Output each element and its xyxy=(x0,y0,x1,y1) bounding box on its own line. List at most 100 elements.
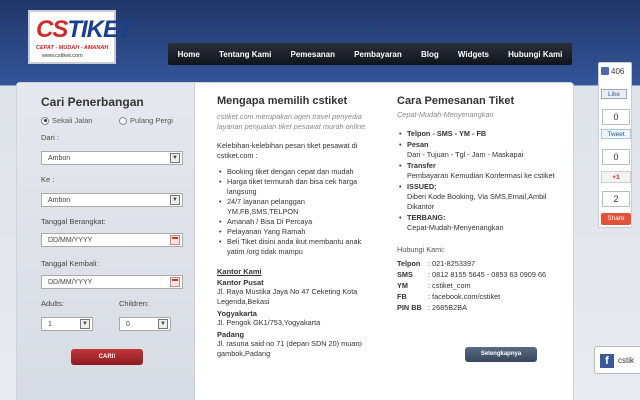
contact-key: YM xyxy=(397,281,408,290)
children-label: Children: xyxy=(119,299,150,308)
list-item: Telpon - SMS - YM - FB xyxy=(397,129,567,139)
contact-value: : 021-8253397 xyxy=(428,259,476,268)
table-row: Telpon: 021-8253397 xyxy=(397,258,546,269)
step-desc: Cepat-Mudah-Menyenangkan xyxy=(407,223,504,232)
logo-url: www.cstiket.com xyxy=(42,53,83,59)
contact-heading: Hubungi Kami: xyxy=(397,245,445,254)
table-row: SMS : 0812 8155 5645 - 0853 63 0909 66 xyxy=(397,269,546,280)
trip-round-trip-radio[interactable]: Pulang Pergi xyxy=(119,116,173,125)
contact-value: : 2685B2BA xyxy=(428,303,467,312)
step-title: Transfer xyxy=(407,161,436,170)
office-heading: Kantor Kami xyxy=(217,267,262,276)
adults-select[interactable]: 1 ▼ xyxy=(41,317,93,331)
list-item: Harga tiket termurah dan bisa cek harga … xyxy=(217,177,377,197)
adults-value: 1 xyxy=(48,321,52,328)
office-address: Jl. Raya Mustika Jaya No 47 Ceketing Kot… xyxy=(217,287,358,306)
step-desc: Diberi Kode Booking, Via SMS,Email,Ambil… xyxy=(407,192,547,211)
howto-title: Cara Pemesanan Tiket xyxy=(397,95,515,107)
fb-count-box: 0 xyxy=(602,109,630,125)
nav-pembayaran[interactable]: Pembayaran xyxy=(354,50,402,59)
fb-count-value: 406 xyxy=(611,67,625,76)
share-button[interactable]: Share xyxy=(601,213,631,225)
list-item: Beli Tiket disini anda ikut membantu ana… xyxy=(217,237,377,257)
contact-value: : 0812 8155 5645 - 0853 63 0909 66 xyxy=(428,270,547,279)
table-row: PIN BB : 2685B2BA xyxy=(397,302,546,313)
depart-label: Tanggal Berangkat: xyxy=(41,217,106,226)
from-select[interactable]: Ambon ▼ xyxy=(41,151,183,165)
nav-tentang-kami[interactable]: Tentang Kami xyxy=(219,50,271,59)
facebook-follow-tab[interactable]: f cstik xyxy=(594,346,640,374)
nav-hubungi-kami[interactable]: Hubungi Kami xyxy=(508,50,562,59)
facebook-link[interactable]: : facebook.com/cstiket xyxy=(425,291,546,302)
chevron-down-icon: ▼ xyxy=(158,319,168,329)
why-intro: cstiket.com merupakan agen travel penyed… xyxy=(217,112,368,131)
step-title: Pesan xyxy=(407,140,429,149)
nav-home[interactable]: Home xyxy=(178,50,200,59)
tweet-button[interactable]: Tweet xyxy=(601,129,631,139)
calendar-icon[interactable] xyxy=(170,277,180,287)
fb-like-count: 406 xyxy=(601,67,624,76)
return-label: Tanggal Kembali: xyxy=(41,259,99,268)
radio-selected-icon xyxy=(41,116,49,125)
gplus-count-box: 2 xyxy=(602,191,630,207)
contact-key: PIN BB xyxy=(397,303,422,312)
site-logo[interactable]: CSTIKET CEPAT - MUDAH - AMANAH www.cstik… xyxy=(28,10,133,64)
nav-widgets[interactable]: Widgets xyxy=(458,50,489,59)
more-button[interactable]: Selengkapnya xyxy=(465,347,537,362)
main-nav: Home Tentang Kami Pemesanan Pembayaran B… xyxy=(168,43,572,65)
to-label: Ke : xyxy=(41,175,55,184)
children-value: 0 xyxy=(126,321,130,328)
children-select[interactable]: 0 ▼ xyxy=(119,317,171,331)
logo-tagline: CEPAT - MUDAH - AMANAH xyxy=(36,45,109,51)
why-points: Booking tiket dengan cepat dan mudah Har… xyxy=(217,167,377,257)
facebook-icon: f xyxy=(600,354,614,368)
contact-key: SMS xyxy=(397,270,413,279)
to-value: Ambon xyxy=(48,197,71,204)
why-title: Mengapa memilih cstiket xyxy=(217,95,348,107)
list-item: Amanah / Bisa Di Percaya xyxy=(217,217,377,227)
step-title: Telpon - SMS - YM - FB xyxy=(407,129,487,138)
nav-blog[interactable]: Blog xyxy=(421,50,439,59)
list-item: TERBANG:Cepat-Mudah-Menyenangkan xyxy=(397,213,567,233)
gplus-button[interactable]: +1 xyxy=(601,171,631,183)
tweet-count-box: 0 xyxy=(602,149,630,165)
table-row: YM : cstiket_com xyxy=(397,280,546,291)
office-name: Yogyakarta xyxy=(217,309,257,318)
trip-one-way-radio[interactable]: Sekali Jalan xyxy=(41,116,92,125)
from-value: Ambon xyxy=(48,155,71,162)
step-desc: Pembayaran Kemudian Konfermasi ke cstike… xyxy=(407,171,555,180)
howto-section: Cara Pemesanan Tiket Cepat-Mudah-Menyena… xyxy=(397,95,567,313)
calendar-icon[interactable] xyxy=(170,235,180,245)
contact-value: : cstiket_com xyxy=(428,281,471,290)
thumbs-up-icon xyxy=(601,67,609,75)
depart-date-input[interactable]: DD/MM/YYYY xyxy=(41,233,183,247)
howto-steps: Telpon - SMS - YM - FB PesanDari - Tujua… xyxy=(397,129,567,233)
to-select[interactable]: Ambon ▼ xyxy=(41,193,183,207)
howto-subtitle: Cepat-Mudah-Menyenangkan xyxy=(397,110,494,119)
logo-wordmark: CSTIKET xyxy=(36,16,133,43)
facebook-tab-label: cstik xyxy=(618,356,634,365)
social-share-bar: 406 Like 0 Tweet 0 +1 2 Share xyxy=(598,62,632,228)
list-item: TransferPembayaran Kemudian Konfermasi k… xyxy=(397,161,567,181)
return-date-input[interactable]: DD/MM/YYYY xyxy=(41,275,183,289)
step-desc: Dari - Tujuan - Tgl - Jam - Maskapai xyxy=(407,150,524,159)
chevron-down-icon: ▼ xyxy=(170,153,180,163)
from-label: Dari : xyxy=(41,133,59,142)
fb-like-label: Like xyxy=(608,91,620,98)
list-item: ISSUED:Diberi Kode Booking, Via SMS,Emai… xyxy=(397,182,567,212)
list-item: Booking tiket dengan cepat dan mudah xyxy=(217,167,377,177)
fb-like-button[interactable]: Like xyxy=(601,89,627,99)
search-submit-button[interactable]: CARI! xyxy=(71,349,143,365)
nav-pemesanan[interactable]: Pemesanan xyxy=(291,50,335,59)
contact-key: FB xyxy=(397,292,407,301)
why-section: Mengapa memilih cstiket cstiket.com meru… xyxy=(217,95,377,359)
flight-search-panel: Cari Penerbangan Sekali Jalan Pulang Per… xyxy=(17,83,195,400)
depart-date-value: DD/MM/YYYY xyxy=(48,237,93,244)
chevron-down-icon: ▼ xyxy=(80,319,90,329)
search-title: Cari Penerbangan xyxy=(41,95,144,109)
office-address: Jl. Pengok GK1/753,Yogyakarta xyxy=(217,318,321,327)
why-lead: Kelebihan-kelebihan pesan tiket pesawat … xyxy=(217,141,358,160)
office-name: Padang xyxy=(217,330,245,339)
content-panel: Cari Penerbangan Sekali Jalan Pulang Per… xyxy=(16,82,574,400)
office-address: Jl. rasuna said no 71 (depan SDN 20) mua… xyxy=(217,339,362,358)
